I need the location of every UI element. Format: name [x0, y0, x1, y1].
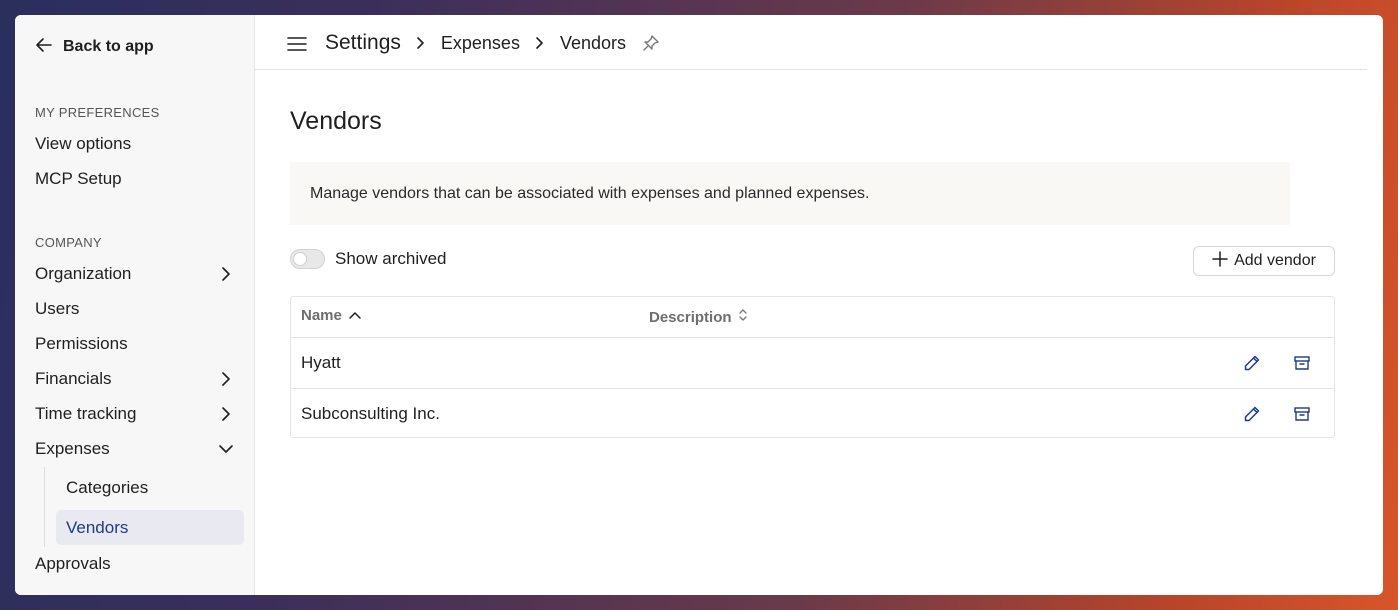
sidebar-item-label: Categories [66, 477, 149, 497]
edit-pencil-icon[interactable] [1242, 404, 1262, 424]
chevron-right-icon [401, 36, 441, 50]
sidebar-item-expenses[interactable]: Expenses [35, 437, 235, 461]
column-label: Description [649, 308, 732, 326]
sidebar-item-label: Vendors [66, 517, 129, 537]
archive-box-icon[interactable] [1292, 404, 1312, 424]
toggle-switch[interactable] [290, 249, 325, 269]
column-label: Name [301, 307, 342, 324]
archive-box-icon[interactable] [1292, 353, 1312, 373]
vendor-name: Subconsulting Inc. [301, 404, 440, 423]
sidebar-item-mcp-setup[interactable]: MCP Setup [35, 167, 235, 191]
hamburger-menu-icon[interactable] [287, 36, 307, 52]
column-header-name[interactable]: Name [301, 307, 362, 324]
back-to-app-label: Back to app [63, 38, 154, 55]
breadcrumb: Settings Expenses Vendors [325, 31, 660, 55]
table-row: Subconsulting Inc. [291, 388, 1334, 437]
column-header-description[interactable]: Description [649, 307, 748, 327]
sidebar-item-label: View options [35, 134, 132, 153]
section-company: COMPANY [35, 235, 102, 250]
sidebar-subitem-vendors[interactable]: Vendors [56, 510, 244, 545]
chevron-right-icon [520, 36, 560, 50]
sidebar-item-label: MCP Setup [35, 169, 122, 188]
breadcrumb-vendors: Vendors [559, 32, 627, 53]
section-my-preferences: MY PREFERENCES [35, 105, 160, 120]
sidebar-item-time-tracking[interactable]: Time tracking [35, 402, 235, 426]
vendor-name: Hyatt [301, 353, 341, 372]
sidebar-item-view-options[interactable]: View options [35, 132, 235, 156]
sidebar: Back to app MY PREFERENCES View options … [15, 15, 255, 595]
add-vendor-label: Add vendor [1234, 252, 1316, 269]
table-row: Hyatt [291, 338, 1334, 388]
sidebar-item-permissions[interactable]: Permissions [35, 332, 235, 356]
chevron-right-icon [217, 370, 235, 388]
settings-window: Back to app MY PREFERENCES View options … [15, 15, 1383, 595]
chevron-right-icon [217, 405, 235, 423]
sort-unsorted-icon [738, 307, 748, 327]
sidebar-subitem-categories[interactable]: Categories [56, 470, 244, 505]
breadcrumb-expenses[interactable]: Expenses [441, 33, 520, 54]
submenu-rail [44, 467, 45, 547]
plus-icon [1212, 250, 1228, 272]
sidebar-item-label: Time tracking [35, 404, 137, 423]
sidebar-item-label: Expenses [35, 439, 110, 458]
toggle-knob [293, 252, 307, 266]
show-archived-label: Show archived [335, 249, 447, 268]
sidebar-item-financials[interactable]: Financials [35, 367, 235, 391]
page-title: Vendors [290, 107, 382, 135]
info-box: Manage vendors that can be associated wi… [290, 162, 1290, 225]
arrow-left-icon [35, 37, 53, 58]
top-header: Settings Expenses Vendors [255, 15, 1367, 70]
show-archived-toggle[interactable]: Show archived [290, 249, 447, 269]
edit-pencil-icon[interactable] [1242, 353, 1262, 373]
pin-icon[interactable] [642, 34, 660, 52]
vendors-table: Name Description Hyatt Subconsulting Inc… [290, 296, 1335, 438]
breadcrumb-settings[interactable]: Settings [325, 31, 401, 55]
sidebar-item-approvals[interactable]: Approvals [35, 552, 235, 576]
info-text: Manage vendors that can be associated wi… [310, 184, 870, 202]
sidebar-item-label: Financials [35, 369, 112, 388]
chevron-down-icon [217, 440, 235, 458]
sidebar-item-users[interactable]: Users [35, 297, 235, 321]
sidebar-item-organization[interactable]: Organization [35, 262, 235, 286]
table-header: Name Description [291, 297, 1334, 338]
sidebar-item-label: Permissions [35, 334, 128, 353]
sort-ascending-icon [348, 307, 362, 324]
sidebar-item-label: Users [35, 299, 80, 318]
sidebar-item-label: Approvals [35, 554, 111, 573]
sidebar-item-label: Organization [35, 264, 132, 283]
add-vendor-button[interactable]: Add vendor [1193, 246, 1335, 276]
back-to-app-link[interactable]: Back to app [35, 37, 154, 57]
chevron-right-icon [217, 265, 235, 283]
